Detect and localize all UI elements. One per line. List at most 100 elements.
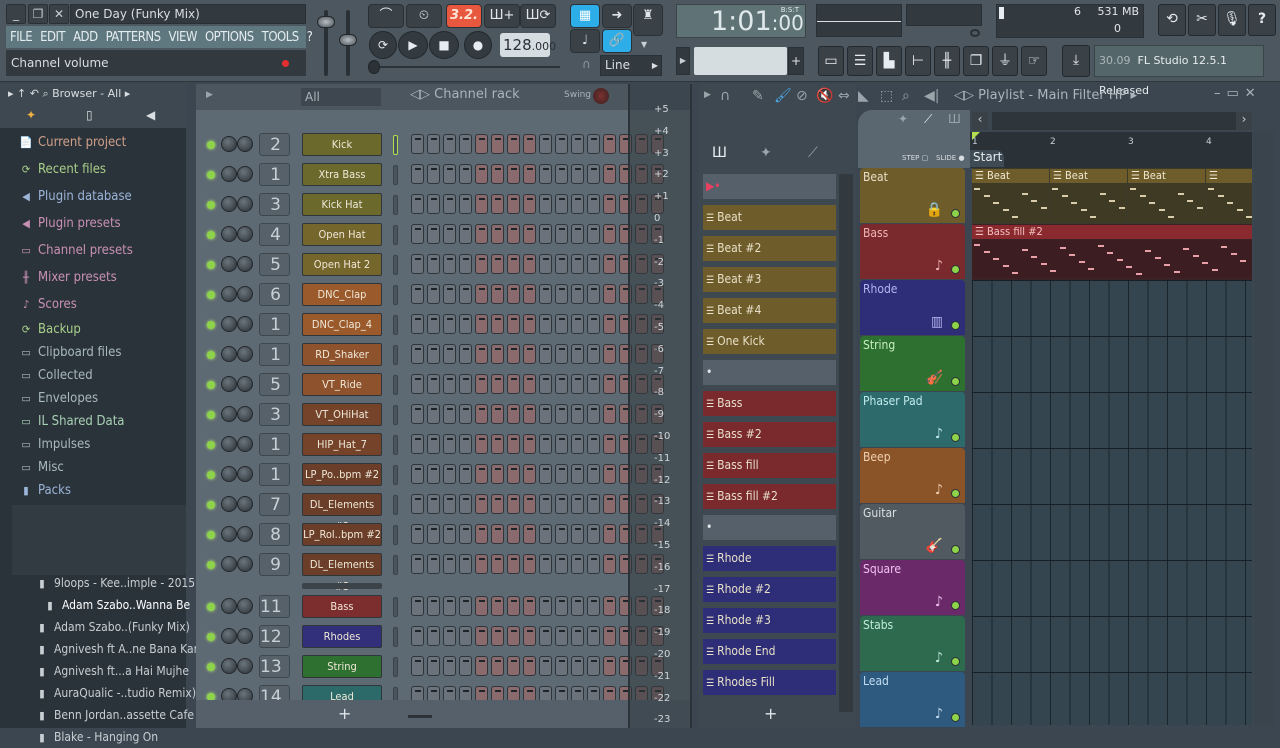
step-button[interactable] [443, 404, 456, 424]
step-button[interactable] [491, 314, 504, 334]
browser-files-tab-icon[interactable]: ▯ [86, 108, 93, 122]
step-button[interactable] [411, 374, 424, 394]
channel-mute-led[interactable] [207, 201, 215, 209]
step-button[interactable] [443, 254, 456, 274]
channel-volume-knob[interactable] [237, 346, 253, 362]
step-button[interactable] [539, 134, 552, 154]
step-button[interactable] [443, 464, 456, 484]
channel-mixer-track[interactable]: 11 [259, 595, 290, 618]
step-button[interactable] [523, 404, 536, 424]
midi-knob-button[interactable]: ♜ [633, 4, 663, 36]
step-button[interactable] [459, 596, 472, 616]
step-button[interactable] [507, 344, 520, 364]
step-button[interactable] [491, 374, 504, 394]
step-button[interactable] [507, 656, 520, 676]
step-button[interactable] [491, 344, 504, 364]
browser-file[interactable]: ▮ AuraQualic -..tudio Remix) [34, 683, 196, 703]
channel-mute-led[interactable] [207, 291, 215, 299]
step-button[interactable] [427, 464, 440, 484]
piano-roll-window-icon[interactable]: ▙ [876, 46, 902, 76]
start-marker[interactable]: Start [970, 150, 1004, 167]
step-button[interactable] [523, 134, 536, 154]
step-button[interactable] [411, 626, 424, 646]
channel-volume-knob[interactable] [237, 466, 253, 482]
news-panel[interactable]: 30.09 FL Studio 12.5.1 Released [1094, 45, 1264, 97]
step-button[interactable] [459, 134, 472, 154]
step-button[interactable] [555, 374, 568, 394]
playlist-clip[interactable]: ☰ Beat [1128, 169, 1205, 183]
menu-patterns[interactable]: PATTERNS [106, 30, 161, 45]
step-button[interactable] [555, 344, 568, 364]
step-button[interactable] [475, 404, 488, 424]
step-button[interactable] [555, 164, 568, 184]
step-button[interactable] [539, 554, 552, 574]
track-header[interactable]: Beat 🔒 [860, 168, 965, 223]
swing-knob[interactable] [593, 88, 609, 104]
step-button[interactable] [427, 164, 440, 184]
pattern-item[interactable]: ☰ Bass fill [703, 453, 836, 478]
channel-select[interactable] [393, 285, 398, 305]
step-button[interactable] [427, 626, 440, 646]
browser-item[interactable]: ▮ Packs [18, 481, 71, 501]
browser-item[interactable]: ▭ Envelopes [18, 389, 98, 409]
step-button[interactable] [411, 134, 424, 154]
step-button[interactable] [523, 254, 536, 274]
track-header[interactable]: Stabs ♪ [860, 616, 965, 671]
step-button[interactable] [539, 224, 552, 244]
step-button[interactable] [603, 284, 616, 304]
step-button[interactable] [571, 164, 584, 184]
channel-pan-knob[interactable] [221, 166, 237, 182]
step-button[interactable] [427, 404, 440, 424]
step-button[interactable] [587, 224, 600, 244]
step-button[interactable] [523, 554, 536, 574]
download-icon[interactable]: ⤓ [1062, 45, 1090, 77]
channel-mute-led[interactable] [207, 351, 215, 359]
step-button[interactable] [539, 434, 552, 454]
step-button[interactable] [507, 596, 520, 616]
channel-mute-led[interactable] [207, 531, 215, 539]
step-button[interactable] [507, 224, 520, 244]
playlist-clip[interactable]: ☰ Be..#2 [1206, 169, 1252, 196]
browser-item[interactable]: ◀ Plugin database [18, 187, 132, 207]
pattern-prev-button[interactable]: ▶ [676, 47, 690, 75]
loop-record-button[interactable]: Ш⟳ [520, 4, 556, 28]
channel-volume-knob[interactable] [237, 316, 253, 332]
step-button[interactable] [603, 596, 616, 616]
channel-mute-led[interactable] [207, 231, 215, 239]
step-button[interactable] [523, 374, 536, 394]
track-header[interactable]: Phaser Pad ♪ [860, 392, 965, 447]
browser-item[interactable]: ⟳ Recent files [18, 160, 106, 180]
picker-automation-tab-icon[interactable]: ⟋ [808, 145, 818, 161]
step-button[interactable] [491, 434, 504, 454]
step-button[interactable] [523, 656, 536, 676]
step-button[interactable] [411, 554, 424, 574]
pattern-item[interactable]: ☰ Beat #3 [703, 267, 836, 292]
track-mute-led[interactable] [951, 209, 960, 218]
step-button[interactable] [459, 626, 472, 646]
browser-audio-tab-icon[interactable]: ✦ [26, 108, 36, 122]
step-button[interactable] [523, 284, 536, 304]
step-button[interactable] [587, 374, 600, 394]
blend-notes-button[interactable]: ♩ [570, 29, 600, 53]
zoom-tool-icon[interactable]: ⌕ [902, 88, 910, 104]
rack-menu-arrow-icon[interactable]: ▶ [206, 90, 213, 100]
step-button[interactable] [491, 224, 504, 244]
master-volume-handle[interactable] [317, 16, 335, 28]
rack-scrollbar[interactable] [408, 715, 432, 718]
pattern-item[interactable]: ☰ Bass fill #2 [703, 484, 836, 509]
step-button[interactable] [571, 404, 584, 424]
step-button[interactable] [539, 164, 552, 184]
channel-volume-knob[interactable] [237, 136, 253, 152]
song-time-display[interactable]: 1:01:00 B:S:T [676, 4, 806, 38]
step-button[interactable] [555, 314, 568, 334]
channel-rack-window-icon[interactable]: ☰ [847, 46, 873, 76]
browser-file[interactable]: ▮ Benn Jordan..assette Cafe [34, 705, 194, 725]
step-button[interactable] [411, 284, 424, 304]
pattern-item[interactable]: ☰ Beat #4 [703, 298, 836, 323]
pattern-item[interactable]: ☰ Rhode #3 [703, 608, 836, 633]
channel-volume-knob[interactable] [237, 256, 253, 272]
step-button[interactable] [475, 254, 488, 274]
browser-file[interactable]: ▮ Adam Szabo..Wanna Be [42, 595, 190, 615]
channel-pan-knob[interactable] [221, 628, 237, 644]
step-button[interactable] [459, 434, 472, 454]
